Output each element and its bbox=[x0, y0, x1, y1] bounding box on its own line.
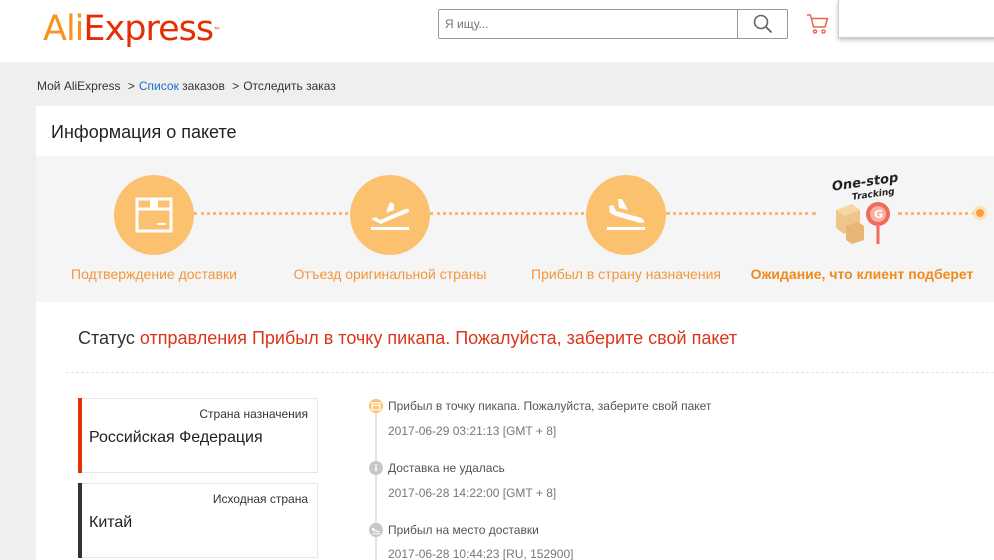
event-text: Доставка не удалась bbox=[388, 461, 505, 475]
pickup-point-icon bbox=[371, 402, 381, 411]
search-input[interactable] bbox=[439, 10, 737, 38]
destination-country-box: Страна назначения Российская Федерация bbox=[78, 398, 318, 473]
one-stop-tracking-badge: One-stop Tracking G bbox=[826, 170, 906, 250]
page-title: Информация о пакете bbox=[51, 122, 237, 142]
progress-line bbox=[194, 212, 348, 215]
step-label-arrival: Прибыл в страну назначения bbox=[531, 266, 721, 282]
event-icon bbox=[369, 461, 383, 475]
status-text: отправления Прибыл в точку пикапа. Пожал… bbox=[139, 328, 738, 348]
step-departure bbox=[350, 175, 430, 255]
cart-icon bbox=[807, 14, 829, 34]
event-icon bbox=[369, 399, 383, 413]
breadcrumb-orders-rest: заказов bbox=[182, 79, 225, 93]
step-label-departure: Отъезд оригинальной страны bbox=[293, 266, 487, 282]
one-stop-tracking-icon: One-stop Tracking G bbox=[831, 171, 899, 244]
step-arrival bbox=[586, 175, 666, 255]
event-time: 2017-06-28 14:22:00 [GMT + 8] bbox=[388, 486, 557, 500]
divider bbox=[66, 372, 994, 373]
search-button[interactable] bbox=[737, 10, 787, 38]
package-box-icon bbox=[135, 197, 173, 233]
progress-line bbox=[898, 212, 976, 215]
event-icon bbox=[369, 523, 383, 537]
breadcrumb-current: Отследить заказ bbox=[243, 79, 336, 93]
info-icon bbox=[375, 464, 377, 472]
event-text: Прибыл в точку пикапа. Пожалуйста, забер… bbox=[388, 399, 712, 413]
plane-landing-icon bbox=[607, 199, 645, 230]
current-step-dot bbox=[973, 206, 987, 220]
cart-button[interactable] bbox=[806, 13, 830, 35]
breadcrumb-separator: > bbox=[232, 79, 240, 93]
shipment-status: Статус отправления Прибыл в точку пикапа… bbox=[78, 328, 737, 349]
destination-value: Российская Федерация bbox=[89, 429, 263, 446]
event-text: Прибыл на место доставки bbox=[388, 523, 539, 537]
progress-line bbox=[666, 212, 816, 215]
origin-country-box: Исходная страна Китай bbox=[78, 483, 318, 558]
event-time: 2017-06-29 03:21:13 [GMT + 8] bbox=[388, 424, 557, 438]
origin-caption: Исходная страна bbox=[212, 492, 308, 506]
status-prefix: Статус bbox=[78, 328, 135, 348]
progress-line bbox=[430, 212, 584, 215]
top-header: AliExpress™ bbox=[0, 0, 994, 62]
destination-caption: Страна назначения bbox=[199, 407, 308, 421]
destination-accent-bar bbox=[78, 398, 82, 473]
breadcrumb-separator: > bbox=[127, 79, 135, 93]
package-info-card: Информация о пакете One-stop Tracking G … bbox=[36, 106, 994, 560]
plane-takeoff-icon bbox=[371, 202, 410, 230]
breadcrumb: Мой AliExpress > Список заказов > Отследит… bbox=[37, 79, 336, 93]
account-dropdown-panel[interactable] bbox=[838, 0, 994, 38]
origin-accent-bar bbox=[78, 483, 82, 558]
event-time: 2017-06-28 10:44:23 [RU, 152900] bbox=[388, 547, 574, 560]
search-icon bbox=[753, 14, 772, 34]
plane-landing-icon bbox=[372, 528, 381, 535]
origin-value: Китай bbox=[89, 514, 133, 531]
tracking-stepper: One-stop Tracking G Подтверждение достав… bbox=[36, 156, 994, 302]
aliexpress-logo[interactable]: AliExpress™ bbox=[43, 9, 221, 49]
step-label-confirmation: Подтверждение доставки bbox=[71, 266, 237, 282]
step-confirmation bbox=[114, 175, 194, 255]
logo-part-ali: Ali bbox=[43, 9, 84, 49]
step-label-awaiting-pickup: Ожидание, что клиент подберет bbox=[750, 266, 974, 282]
breadcrumb-orders-link[interactable]: Список bbox=[139, 79, 179, 93]
search-box bbox=[438, 9, 788, 39]
svg-text:G: G bbox=[874, 208, 883, 221]
breadcrumb-home[interactable]: Мой AliExpress bbox=[37, 79, 121, 93]
logo-tm: ™ bbox=[213, 26, 221, 35]
logo-part-express: Express bbox=[83, 9, 214, 49]
